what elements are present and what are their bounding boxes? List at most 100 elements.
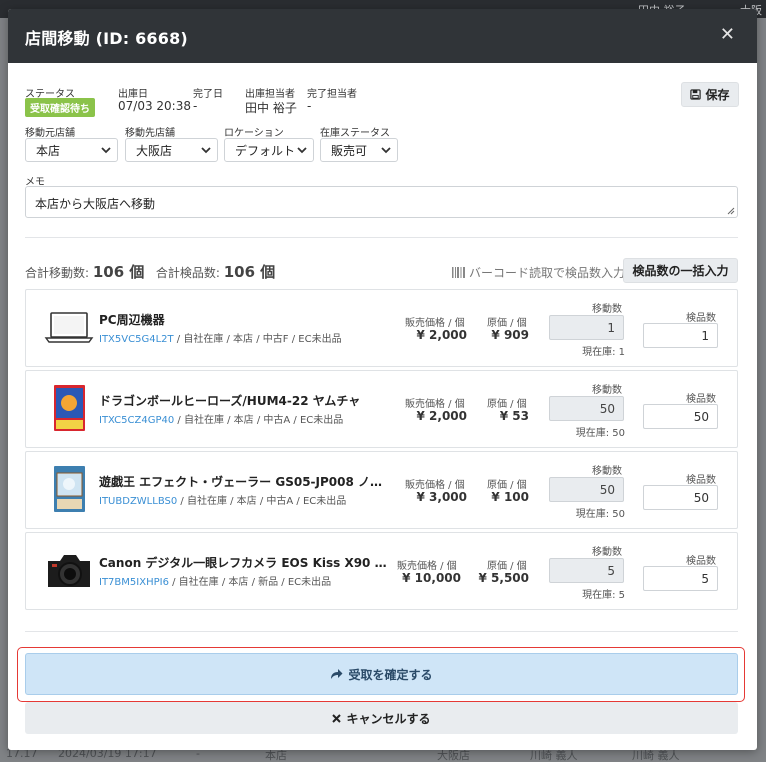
share-arrow-icon [331,669,343,679]
stock-count: 現在庫: 5 [582,590,625,601]
price-label: 販売価格 / 個 [405,318,465,329]
save-button[interactable]: 保存 [681,82,739,107]
close-icon [332,713,342,723]
cost-value: ¥ 100 [491,490,529,504]
move-qty-field: 5 [549,558,624,583]
item-card: 遊戯王 エフェクト・ヴェーラー GS05-JP008 ノーマル ... ITUB… [25,451,738,529]
done-user-value: - [307,99,312,113]
item-code-link[interactable]: IT7BM5IXHPI6 [99,577,169,588]
item-meta: IT7BM5IXHPI6 / 自社在庫 / 本店 / 新品 / EC未出品 [99,577,332,588]
check-qty-input[interactable]: 1 [643,323,718,348]
chevron-down-icon [381,147,391,154]
cost-label: 原価 / 個 [487,399,527,410]
item-meta: ITUBDZWLLBS0 / 自社在庫 / 本店 / 中古A / EC未出品 [99,496,347,507]
save-button-label: 保存 [705,88,730,102]
item-code-link[interactable]: ITX5VC5G4L2T [99,334,174,345]
camera-icon [48,555,90,587]
check-qty-label: 検品数 [686,475,716,486]
move-qty-label: 移動数 [592,547,622,558]
price-label: 販売価格 / 個 [405,480,465,491]
stock-count: 現在庫: 50 [575,428,625,439]
memo-textarea[interactable]: 本店から大阪店へ移動 [25,186,738,218]
move-qty-field: 1 [549,315,624,340]
item-code-link[interactable]: ITUBDZWLLBS0 [99,496,177,507]
ship-date-label: 出庫日 [118,89,148,100]
store-transfer-modal: 店間移動 (ID: 6668) ✕ ステータス 受取確認待ち 出庫日 07/03… [8,9,757,750]
close-icon[interactable]: ✕ [720,24,735,45]
price-label: 販売価格 / 個 [405,399,465,410]
cancel-button[interactable]: キャンセルする [25,702,738,734]
item-card: Canon デジタル一眼レフカメラ EOS Kiss X90 標準... IT7… [25,532,738,610]
done-date-label: 完了日 [193,89,223,100]
modal-header: 店間移動 (ID: 6668) ✕ [8,9,757,63]
from-store-select[interactable]: 本店 [25,138,118,162]
item-card: PC周辺機器 ITX5VC5G4L2T / 自社在庫 / 本店 / 中古F / … [25,289,738,367]
total-check-label: 合計検品数: [155,266,220,280]
item-meta: ITXC5CZ4GP40 / 自社在庫 / 本店 / 中古A / EC未出品 [99,415,344,426]
resize-grip-icon[interactable] [727,207,735,215]
stock-count: 現在庫: 1 [582,347,625,358]
cost-label: 原価 / 個 [487,561,527,572]
bulk-input-button[interactable]: 検品数の一括入力 [623,258,738,283]
trading-card-icon [54,466,85,512]
to-store-select[interactable]: 大阪店 [125,138,218,162]
ship-user-value: 田中 裕子 [245,101,297,115]
check-qty-input[interactable]: 50 [643,485,718,510]
total-check-value: 106 個 [223,263,276,281]
price-value: ¥ 3,000 [416,490,467,504]
item-card: ドラゴンボールヒーローズ/HUM4-22 ヤムチャ ITXC5CZ4GP40 /… [25,370,738,448]
move-qty-label: 移動数 [592,466,622,477]
status-badge: 受取確認待ち [25,98,95,117]
modal-title: 店間移動 (ID: 6668) [25,29,188,48]
divider [25,631,738,632]
move-qty-field: 50 [549,396,624,421]
stock-status-label: 在庫ステータス [320,128,390,139]
totals: 合計移動数: 106 個 合計検品数: 106 個 [25,261,275,282]
check-qty-label: 検品数 [686,313,716,324]
chevron-down-icon [297,147,307,154]
cost-label: 原価 / 個 [487,480,527,491]
item-name: ドラゴンボールヒーローズ/HUM4-22 ヤムチャ [99,394,361,408]
confirm-receive-button[interactable]: 受取を確定する [25,653,738,695]
check-qty-label: 検品数 [686,394,716,405]
done-date-value: - [193,99,198,113]
price-value: ¥ 10,000 [402,571,461,585]
from-store-label: 移動元店舗 [25,128,75,139]
stock-count: 現在庫: 50 [575,509,625,520]
chevron-down-icon [201,147,211,154]
confirm-button-label: 受取を確定する [348,667,433,682]
price-label: 販売価格 / 個 [397,561,457,572]
laptop-icon [44,312,94,343]
item-name: Canon デジタル一眼レフカメラ EOS Kiss X90 標準... [99,556,389,570]
move-qty-label: 移動数 [592,385,622,396]
trading-card-icon [54,385,85,431]
item-meta: ITX5VC5G4L2T / 自社在庫 / 本店 / 中古F / EC未出品 [99,334,342,345]
chevron-down-icon [101,147,111,154]
location-label: ロケーション [224,128,284,139]
total-move-value: 106 個 [92,263,145,281]
done-user-label: 完了担当者 [307,89,357,100]
stock-status-select[interactable]: 販売可 [320,138,398,162]
cost-value: ¥ 5,500 [478,571,529,585]
floppy-disk-icon [690,89,702,100]
to-store-label: 移動先店舗 [125,128,175,139]
cost-value: ¥ 53 [499,409,529,423]
location-select[interactable]: デフォルト [224,138,314,162]
divider [25,237,738,238]
item-name: 遊戯王 エフェクト・ヴェーラー GS05-JP008 ノーマル ... [99,475,389,489]
barcode-input-link[interactable]: バーコード読取で検品数入力 [452,264,625,281]
cancel-button-label: キャンセルする [346,711,431,726]
check-qty-input[interactable]: 5 [643,566,718,591]
cost-value: ¥ 909 [491,328,529,342]
check-qty-input[interactable]: 50 [643,404,718,429]
item-code-link[interactable]: ITXC5CZ4GP40 [99,415,174,426]
ship-user-label: 出庫担当者 [245,89,295,100]
check-qty-label: 検品数 [686,556,716,567]
cost-label: 原価 / 個 [487,318,527,329]
move-qty-field: 50 [549,477,624,502]
item-name: PC周辺機器 [99,313,165,327]
total-move-label: 合計移動数: [25,266,90,280]
barcode-icon [452,267,465,278]
price-value: ¥ 2,000 [416,328,467,342]
move-qty-label: 移動数 [592,304,622,315]
